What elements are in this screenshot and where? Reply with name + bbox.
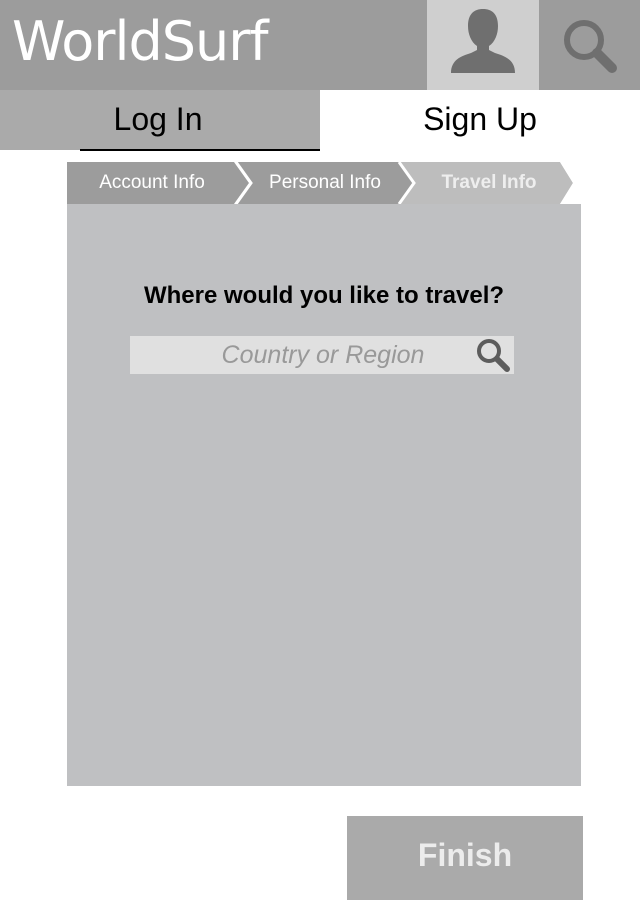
destination-search-input[interactable] — [130, 336, 470, 374]
tab-log-in-label: Log In — [113, 101, 203, 137]
destination-search-field — [130, 336, 514, 374]
tab-sign-up[interactable]: Sign Up — [320, 90, 640, 150]
header-search-button[interactable] — [540, 0, 640, 90]
app-title: WorldSurf — [12, 10, 268, 73]
search-icon — [564, 20, 617, 73]
profile-button[interactable] — [427, 0, 539, 90]
search-icon — [477, 339, 510, 372]
travel-info-panel: Where would you like to travel? — [67, 204, 581, 786]
tab-log-in[interactable]: Log In — [0, 90, 320, 150]
finish-button[interactable]: Finish — [347, 816, 583, 900]
field-search-button[interactable] — [474, 336, 514, 374]
travel-question: Where would you like to travel? — [143, 282, 505, 309]
signup-screen: WorldSurf Log In Sign Up Account Info Pe… — [0, 0, 640, 900]
step-personal-info[interactable]: Personal Info — [240, 162, 410, 204]
tab-sign-up-label: Sign Up — [423, 101, 537, 137]
tab-underline — [80, 149, 320, 151]
step-travel-info[interactable]: Travel Info — [405, 162, 573, 204]
user-icon — [451, 9, 515, 73]
step-account-info[interactable]: Account Info — [67, 162, 237, 204]
